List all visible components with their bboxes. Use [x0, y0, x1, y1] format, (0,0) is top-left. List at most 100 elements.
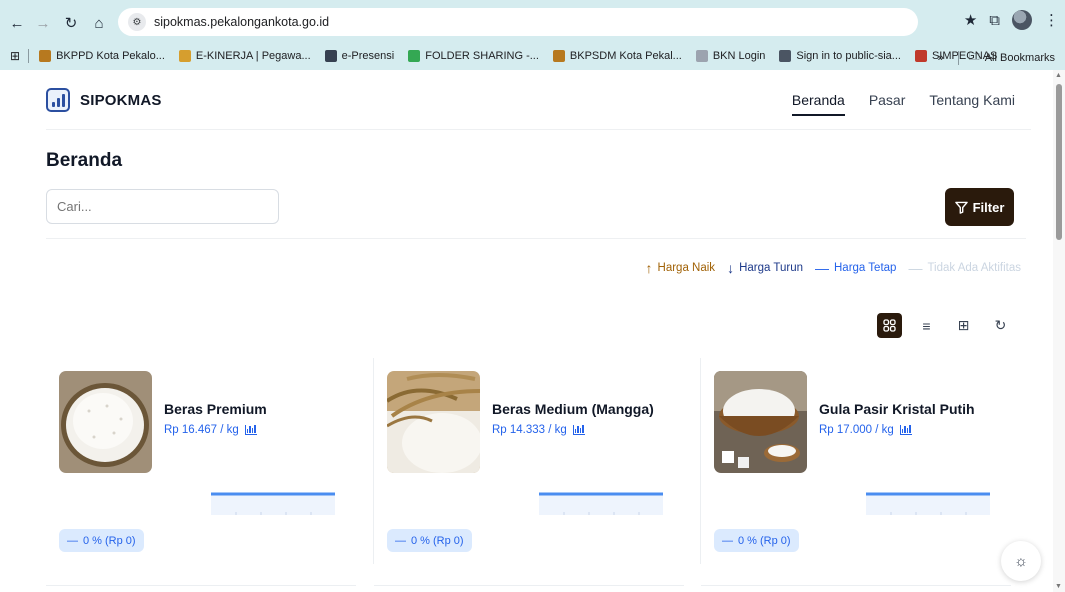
list-view-button[interactable]: ≡ [914, 313, 939, 338]
bookmark-item[interactable]: BKN Login [695, 50, 765, 62]
brand-name: SIPOKMAS [80, 91, 162, 109]
address-bar[interactable]: ⚙ sipokmas.pekalongankota.go.id [118, 8, 918, 36]
address-url: sipokmas.pekalongankota.go.id [154, 15, 330, 29]
home-icon[interactable]: ⌂ [88, 12, 110, 34]
bookmark-item[interactable]: BKPSDM Kota Pekal... [552, 50, 682, 62]
price-sparkline [866, 492, 990, 515]
price-change-value: 0 % (Rp 0) [83, 534, 136, 547]
bookmark-item[interactable]: BKPPD Kota Pekalo... [39, 50, 165, 62]
bookmark-item[interactable]: E-KINERJA | Pegawa... [178, 50, 311, 62]
search-input[interactable] [46, 189, 279, 224]
view-switcher: ≡ ⊞ ↻ [877, 313, 1013, 338]
table-view-button[interactable]: ⊞ [951, 313, 976, 338]
list-icon: ≡ [922, 317, 931, 334]
product-price: Rp 17.000 / kg [819, 424, 912, 436]
bookmarks-overflow[interactable]: » [938, 52, 944, 64]
price-change-value: 0 % (Rp 0) [411, 534, 464, 547]
filter-icon [954, 201, 968, 214]
product-price-value: Rp 16.467 / kg [164, 424, 239, 436]
all-bookmarks-link[interactable]: All Bookmarks [985, 52, 1055, 64]
rice-stalks-image [387, 371, 480, 473]
page-scrollbar[interactable]: ▲ ▼ [1053, 70, 1065, 592]
page-viewport: SIPOKMAS Beranda Pasar Tentang Kami Bera… [0, 70, 1065, 592]
legend-up-label: Harga Naik [657, 262, 716, 274]
scroll-thumb[interactable] [1056, 84, 1062, 240]
legend-flat: — Harga Tetap [815, 260, 896, 276]
bookmark-star-icon[interactable]: ★ [964, 11, 977, 29]
rice-bowl-image [59, 371, 152, 473]
bookmarks-bar: ⊞ BKPPD Kota Pekalo... E-KINERJA | Pegawa… [0, 44, 1065, 68]
bookmarks-separator-right [957, 50, 959, 65]
bookmark-item[interactable]: e-Presensi [324, 50, 394, 62]
apps-grid-icon[interactable]: ⊞ [10, 49, 20, 63]
price-change-value: 0 % (Rp 0) [738, 534, 791, 547]
bookmark-label: Sign in to public-sia... [796, 50, 901, 62]
scroll-down-icon[interactable]: ▼ [1055, 583, 1062, 590]
profile-avatar[interactable] [1012, 10, 1032, 30]
product-grid: Beras Premium Rp 16.467 / kg — 0 % (Rp 0… [46, 358, 1026, 586]
menu-item-tentang-kami[interactable]: Tentang Kami [929, 92, 1015, 116]
site-info-icon[interactable]: ⚙ [128, 13, 146, 31]
section-divider [46, 238, 1026, 239]
bookmark-item[interactable]: FOLDER SHARING -... [408, 50, 539, 62]
product-name: Beras Medium (Mangga) [492, 401, 654, 417]
scroll-up-icon[interactable]: ▲ [1055, 72, 1062, 79]
arrow-up-icon: ↑ [645, 260, 653, 276]
menu-kebab-icon[interactable]: ⋮ [1044, 11, 1059, 29]
dash-icon: — [815, 260, 829, 276]
brand-logo[interactable]: SIPOKMAS [46, 88, 162, 112]
legend-none-label: Tidak Ada Aktifitas [927, 262, 1021, 274]
arrow-down-icon: ↓ [727, 260, 735, 276]
menu-item-pasar[interactable]: Pasar [869, 92, 906, 116]
price-change-badge: — 0 % (Rp 0) [59, 529, 144, 552]
theme-toggle-button[interactable]: ☼ [1001, 541, 1041, 581]
bookmark-favicon-icon [178, 50, 191, 62]
reload-icon[interactable]: ↻ [60, 12, 82, 34]
browser-chrome: ← → ↻ ⌂ ⚙ sipokmas.pekalongankota.go.id … [0, 0, 1065, 70]
refresh-button[interactable]: ↻ [988, 313, 1013, 338]
bookmark-label: E-KINERJA | Pegawa... [195, 50, 311, 62]
bookmark-favicon-icon [779, 50, 792, 62]
top-navbar: SIPOKMAS Beranda Pasar Tentang Kami [46, 70, 1031, 130]
price-change-badge: — 0 % (Rp 0) [714, 529, 799, 552]
bar-chart-icon[interactable] [572, 425, 585, 435]
bar-chart-icon[interactable] [899, 425, 912, 435]
dash-icon: — [395, 534, 406, 547]
bookmark-label: FOLDER SHARING -... [425, 50, 539, 62]
bookmarks-separator [28, 49, 30, 63]
bookmark-favicon-icon [695, 50, 708, 62]
product-price-value: Rp 14.333 / kg [492, 424, 567, 436]
next-row-border [374, 585, 684, 586]
bookmark-favicon-icon [324, 50, 337, 62]
product-card[interactable]: Gula Pasir Kristal Putih Rp 17.000 / kg … [701, 358, 1011, 566]
grid-view-button[interactable] [877, 313, 902, 338]
dash-icon: — [722, 534, 733, 547]
product-price: Rp 14.333 / kg [492, 424, 585, 436]
page-title: Beranda [46, 150, 123, 171]
legend-down-label: Harga Turun [739, 262, 803, 274]
product-price-value: Rp 17.000 / kg [819, 424, 894, 436]
dash-icon: — [67, 534, 78, 547]
next-row-border [701, 585, 1011, 586]
bookmarks-list: BKPPD Kota Pekalo... E-KINERJA | Pegawa..… [39, 50, 1011, 62]
legend-up: ↑ Harga Naik [646, 260, 716, 276]
bookmark-favicon-icon [552, 50, 565, 62]
menu-item-beranda[interactable]: Beranda [791, 92, 845, 116]
extensions-icon[interactable]: ⧉ [989, 12, 1000, 29]
legend-flat-label: Harga Tetap [834, 262, 897, 274]
filter-button[interactable]: Filter [945, 188, 1014, 226]
refresh-icon: ↻ [994, 317, 1007, 333]
bookmark-item[interactable]: Sign in to public-sia... [779, 50, 901, 62]
bar-chart-icon[interactable] [244, 425, 257, 435]
legend-none: — Tidak Ada Aktifitas [908, 260, 1021, 276]
product-card[interactable]: Beras Medium (Mangga) Rp 14.333 / kg — 0… [374, 358, 684, 566]
price-sparkline [211, 492, 335, 515]
forward-icon[interactable]: → [32, 12, 54, 34]
dash-muted-icon: — [908, 260, 923, 276]
product-card[interactable]: Beras Premium Rp 16.467 / kg — 0 % (Rp 0… [46, 358, 356, 566]
back-icon[interactable]: ← [6, 12, 28, 34]
folder-icon: 🗀 [968, 51, 980, 63]
next-row-border [46, 585, 356, 586]
price-change-badge: — 0 % (Rp 0) [387, 529, 472, 552]
browser-toolbar: ← → ↻ ⌂ ⚙ sipokmas.pekalongankota.go.id … [0, 6, 1065, 40]
